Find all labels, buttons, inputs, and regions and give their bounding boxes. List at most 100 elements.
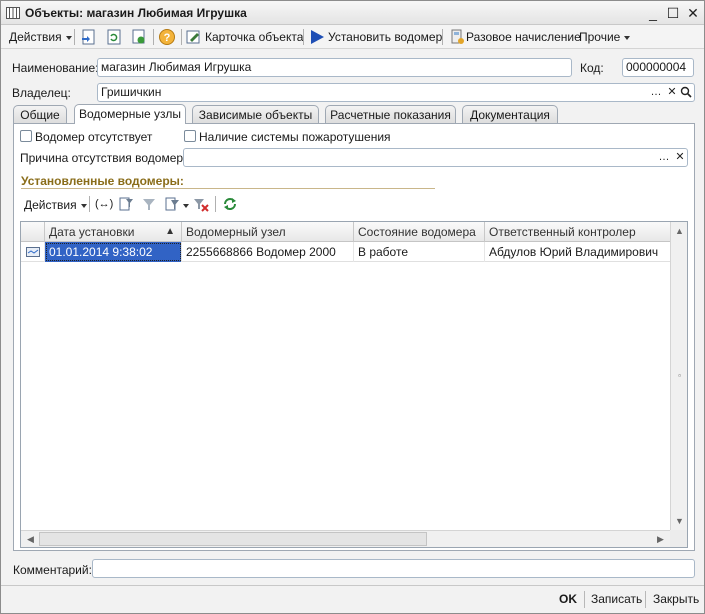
- actions-menu-button[interactable]: Действия: [9, 28, 72, 46]
- install-date-cell[interactable]: 01.01.2014 9:38:02: [45, 242, 182, 262]
- column-header-label: Состояние водомера: [358, 225, 476, 239]
- actions-menu-label: Действия: [9, 30, 62, 44]
- one-time-charge-button[interactable]: Разовое начисление: [449, 28, 581, 46]
- name-label: Наименование:: [12, 61, 99, 75]
- footer-divider: [1, 585, 704, 586]
- refresh-doc-icon[interactable]: [105, 28, 123, 46]
- app-icon: [6, 7, 20, 19]
- save-and-close-icon[interactable]: [80, 28, 98, 46]
- column-header-controller[interactable]: Ответственный контролер: [485, 222, 671, 242]
- filter-icon[interactable]: [141, 196, 157, 212]
- column-header-label: Ответственный контролер: [489, 225, 636, 239]
- tab-general-label: Общие: [20, 108, 60, 122]
- tab-meter-units[interactable]: Водомерные узлы: [74, 104, 186, 124]
- filter-settings-icon[interactable]: [118, 196, 134, 212]
- reason-label: Причина отсутствия водомера:: [20, 151, 194, 165]
- chevron-down-icon[interactable]: [183, 204, 189, 208]
- scroll-right-icon[interactable]: ▶: [653, 532, 668, 547]
- play-arrow-icon: [311, 30, 324, 44]
- footer-button-divider: [584, 591, 585, 608]
- clear-filter-icon[interactable]: [193, 196, 209, 212]
- toolbar-divider: [303, 29, 304, 45]
- minimize-icon[interactable]: _: [645, 5, 661, 21]
- owner-clear-icon[interactable]: ✕: [665, 84, 679, 101]
- scroll-up-icon[interactable]: ▲: [672, 224, 687, 239]
- installed-meters-table: Дата установки ▲ Водомерный узел Состояни…: [20, 221, 688, 548]
- chevron-down-icon: [65, 35, 72, 40]
- installed-meters-title: Установленные водомеры:: [21, 174, 184, 188]
- owner-label: Владелец:: [12, 86, 71, 100]
- one-time-charge-label: Разовое начисление: [466, 30, 581, 44]
- close-button[interactable]: Закрыть: [653, 591, 699, 608]
- copy-doc-icon[interactable]: [130, 28, 148, 46]
- ok-button[interactable]: OK: [559, 591, 577, 608]
- section-divider: [21, 188, 435, 189]
- card-icon: [186, 30, 200, 44]
- horizontal-scrollbar[interactable]: ◀ ▶: [21, 530, 671, 547]
- grid-actions-button[interactable]: Действия: [24, 198, 87, 212]
- object-card-button[interactable]: Карточка объекта: [186, 28, 303, 46]
- scroll-thumb[interactable]: [39, 532, 427, 546]
- other-menu-label: Прочие: [579, 30, 621, 44]
- tab-meter-units-label: Водомерные узлы: [79, 107, 181, 121]
- tab-dependent-objects[interactable]: Зависимые объекты: [192, 105, 319, 124]
- toolbar-divider: [442, 29, 443, 45]
- meter-unit-cell[interactable]: 2255668866 Водомер 2000: [182, 242, 354, 262]
- scroll-left-icon[interactable]: ◀: [23, 532, 38, 547]
- calculator-icon: [451, 29, 464, 44]
- install-meter-button[interactable]: Установить водомер: [309, 28, 442, 46]
- no-meter-label: Водомер отсутствует: [35, 130, 153, 144]
- tab-calculated-readings[interactable]: Расчетные показания: [325, 105, 456, 124]
- close-icon[interactable]: ✕: [685, 5, 701, 21]
- reason-field[interactable]: [183, 148, 688, 167]
- fire-system-label: Наличие системы пожаротушения: [199, 130, 391, 144]
- grid-actions-label: Действия: [24, 198, 77, 212]
- tab-calculated-readings-label: Расчетные показания: [330, 108, 451, 122]
- svg-text:?: ?: [164, 32, 171, 44]
- grid-toolbar-divider: [89, 196, 90, 212]
- scroll-down-icon[interactable]: ▼: [672, 514, 687, 529]
- column-header-meter-state[interactable]: Состояние водомера: [354, 222, 485, 242]
- table-header: Дата установки ▲ Водомерный узел Состояни…: [21, 222, 671, 242]
- row-icon-header: [21, 222, 45, 242]
- other-menu-button[interactable]: Прочие: [579, 28, 631, 46]
- tab-documentation[interactable]: Документация: [462, 105, 558, 124]
- column-header-meter-unit[interactable]: Водомерный узел: [182, 222, 354, 242]
- reason-clear-icon[interactable]: ✕: [673, 149, 687, 166]
- toolbar-divider: [153, 29, 154, 45]
- reason-select-button[interactable]: …: [657, 149, 671, 166]
- window-title: Объекты: магазин Любимая Игрушка: [25, 6, 247, 20]
- fire-system-checkbox[interactable]: [184, 130, 196, 142]
- chevron-down-icon: [624, 35, 631, 40]
- comment-label: Комментарий:: [13, 563, 92, 577]
- save-button[interactable]: Записать: [591, 591, 642, 608]
- maximize-icon[interactable]: ☐: [665, 5, 681, 21]
- tab-dependent-objects-label: Зависимые объекты: [198, 108, 313, 122]
- vertical-scrollbar[interactable]: ▲ ▫ ▼: [670, 222, 687, 531]
- tab-general[interactable]: Общие: [13, 105, 67, 124]
- expand-columns-icon[interactable]: (↔): [95, 198, 113, 210]
- controller-cell[interactable]: Абдулов Юрий Владимирович: [485, 242, 671, 262]
- column-header-install-date[interactable]: Дата установки ▲: [45, 222, 182, 242]
- footer-button-divider: [645, 591, 646, 608]
- chevron-down-icon: [80, 203, 87, 208]
- column-header-label: Дата установки: [49, 225, 135, 239]
- filter-list-icon[interactable]: [164, 196, 180, 212]
- grid-toolbar-divider: [215, 196, 216, 212]
- code-field[interactable]: 000000004: [622, 58, 694, 77]
- object-window: Объекты: магазин Любимая Игрушка _ ☐ ✕ Д…: [0, 0, 705, 614]
- owner-select-button[interactable]: …: [649, 84, 663, 101]
- name-field[interactable]: магазин Любимая Игрушка: [97, 58, 572, 77]
- comment-field[interactable]: [92, 559, 695, 578]
- table-row[interactable]: 01.01.2014 9:38:02 2255668866 Водомер 20…: [21, 242, 671, 262]
- owner-open-search-icon[interactable]: [680, 86, 692, 98]
- tab-documentation-label: Документация: [470, 108, 550, 122]
- help-icon[interactable]: ?: [158, 28, 176, 46]
- meter-state-cell[interactable]: В работе: [354, 242, 485, 262]
- no-meter-checkbox[interactable]: [20, 130, 32, 142]
- object-card-label: Карточка объекта: [205, 30, 304, 44]
- scroll-thumb-grip[interactable]: ▫: [672, 368, 687, 383]
- toolbar-divider: [74, 29, 75, 45]
- refresh-icon[interactable]: [222, 196, 238, 212]
- owner-field[interactable]: Гришичкин: [97, 83, 695, 102]
